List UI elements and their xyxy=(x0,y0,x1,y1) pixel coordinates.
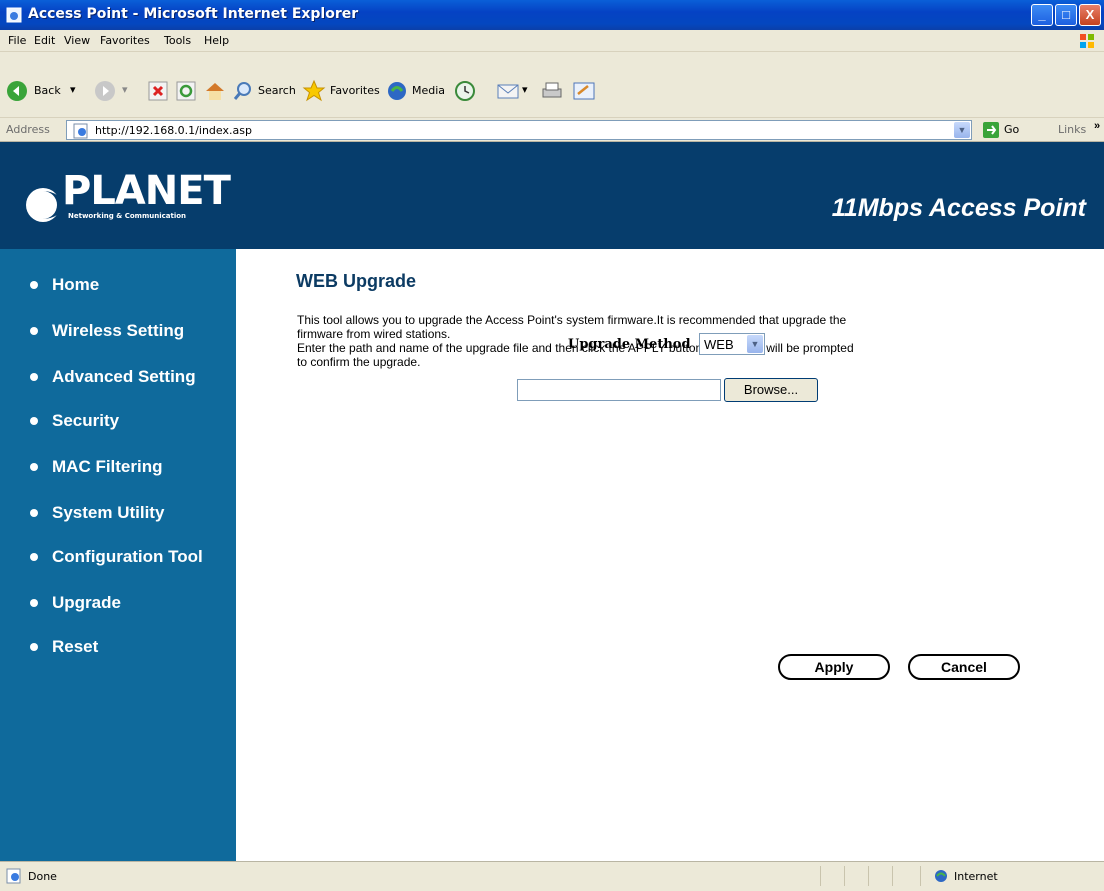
file-path-input[interactable] xyxy=(517,379,721,401)
menu-tools[interactable]: Tools xyxy=(164,34,191,47)
forward-dropdown-icon[interactable]: ▾ xyxy=(122,83,128,96)
window-title: Access Point - Microsoft Internet Explor… xyxy=(28,6,359,22)
sidebar-item-label[interactable]: System Utility xyxy=(52,503,164,523)
media-button[interactable]: Media xyxy=(412,84,445,97)
status-bar: Done Internet xyxy=(0,861,1104,891)
status-text: Done xyxy=(28,870,57,883)
toolbar: Back ▾ ▾ Search Favorites Media ▾ xyxy=(0,52,1104,118)
mail-icon[interactable] xyxy=(496,80,520,102)
status-divider xyxy=(892,866,893,886)
print-icon[interactable] xyxy=(540,80,564,102)
bullet-icon xyxy=(30,417,38,425)
upgrade-method-value[interactable]: WEB xyxy=(704,337,734,352)
bullet-icon xyxy=(30,643,38,651)
media-icon[interactable] xyxy=(386,80,408,102)
browse-button[interactable]: Browse... xyxy=(724,378,818,402)
description-line: This tool allows you to upgrade the Acce… xyxy=(297,313,847,327)
ie-icon xyxy=(6,7,22,23)
go-button[interactable]: Go xyxy=(1004,123,1019,136)
planet-logo-icon xyxy=(26,188,63,222)
chevron-right-icon[interactable]: » xyxy=(1094,120,1100,132)
favorites-star-icon[interactable] xyxy=(302,79,326,103)
back-dropdown-icon[interactable]: ▾ xyxy=(70,83,76,96)
address-input[interactable]: http://192.168.0.1/index.asp ▼ xyxy=(66,120,972,140)
mail-dropdown-icon[interactable]: ▾ xyxy=(522,83,528,96)
close-button[interactable]: X xyxy=(1079,4,1101,26)
browser-window: Access Point - Microsoft Internet Explor… xyxy=(0,0,1104,891)
cancel-button[interactable]: Cancel xyxy=(908,654,1020,680)
menu-view[interactable]: View xyxy=(64,34,90,47)
brand-tagline: Networking & Communication xyxy=(68,212,187,220)
bullet-icon xyxy=(30,509,38,517)
bullet-icon xyxy=(30,553,38,561)
address-dropdown-icon[interactable]: ▼ xyxy=(954,122,970,138)
sidebar-item-label[interactable]: Security xyxy=(52,411,119,431)
sidebar-item-label[interactable]: Wireless Setting xyxy=(52,321,184,341)
home-icon[interactable] xyxy=(204,80,226,102)
links-button[interactable]: Links xyxy=(1058,123,1086,136)
chevron-down-icon[interactable]: ▼ xyxy=(747,335,763,353)
favorites-button[interactable]: Favorites xyxy=(330,84,380,97)
search-button[interactable]: Search xyxy=(258,84,296,97)
main-content: WEB Upgrade This tool allows you to upgr… xyxy=(236,249,1104,861)
bullet-icon xyxy=(30,327,38,335)
bullet-icon xyxy=(30,281,38,289)
sidebar-item-label[interactable]: Reset xyxy=(52,637,98,657)
apply-button[interactable]: Apply xyxy=(778,654,890,680)
forward-arrow-icon[interactable] xyxy=(94,80,116,102)
maximize-button[interactable]: □ xyxy=(1055,4,1077,26)
description-line: to confirm the upgrade. xyxy=(297,355,421,369)
search-icon[interactable] xyxy=(232,80,254,102)
page-icon xyxy=(6,868,21,884)
back-arrow-icon[interactable] xyxy=(6,80,28,102)
product-title: 11Mbps Access Point xyxy=(831,194,1086,222)
go-arrow-icon[interactable] xyxy=(982,121,1000,139)
page-title: WEB Upgrade xyxy=(296,271,417,291)
title-bar[interactable]: Access Point - Microsoft Internet Explor… xyxy=(0,0,1104,30)
page-icon xyxy=(73,123,88,139)
stop-icon[interactable] xyxy=(148,81,168,101)
menu-edit[interactable]: Edit xyxy=(34,34,55,47)
menu-file[interactable]: File xyxy=(8,34,26,47)
menu-help[interactable]: Help xyxy=(204,34,229,47)
edit-icon[interactable] xyxy=(572,80,596,102)
sidebar-item-label[interactable]: Configuration Tool xyxy=(52,547,203,567)
header-banner: PLANET Networking & Communication 11Mbps… xyxy=(0,142,1104,249)
history-icon[interactable] xyxy=(454,80,476,102)
bullet-icon xyxy=(30,373,38,381)
minimize-button[interactable]: _ xyxy=(1031,4,1053,26)
menu-bar: File Edit View Favorites Tools Help xyxy=(0,30,1104,52)
status-divider xyxy=(820,866,821,886)
windows-logo-icon xyxy=(1080,34,1094,48)
upgrade-method-label: Upgrade Method xyxy=(568,337,691,352)
upgrade-method-select[interactable]: WEB ▼ xyxy=(699,333,765,355)
sidebar-item-label[interactable]: MAC Filtering xyxy=(52,457,163,477)
brand-logo: PLANET xyxy=(62,168,231,214)
bullet-icon xyxy=(30,599,38,607)
sidebar-item-label[interactable]: Advanced Setting xyxy=(52,367,196,387)
web-page: PLANET Networking & Communication 11Mbps… xyxy=(0,142,1104,861)
back-button[interactable]: Back xyxy=(34,84,61,97)
status-divider xyxy=(920,866,921,886)
internet-globe-icon xyxy=(935,870,947,882)
sidebar-item-label[interactable]: Home xyxy=(52,275,99,295)
menu-favorites[interactable]: Favorites xyxy=(100,34,150,47)
sidebar-item-label[interactable]: Upgrade xyxy=(52,593,121,613)
status-divider xyxy=(844,866,845,886)
refresh-icon[interactable] xyxy=(176,81,196,101)
address-bar: Address http://192.168.0.1/index.asp ▼ G… xyxy=(0,118,1104,142)
status-divider xyxy=(868,866,869,886)
bullet-icon xyxy=(30,463,38,471)
address-url[interactable]: http://192.168.0.1/index.asp xyxy=(95,124,252,137)
security-zone: Internet xyxy=(954,870,998,883)
address-label: Address xyxy=(6,123,50,136)
sidebar-nav: Home Wireless Setting Advanced Setting S… xyxy=(0,249,236,861)
